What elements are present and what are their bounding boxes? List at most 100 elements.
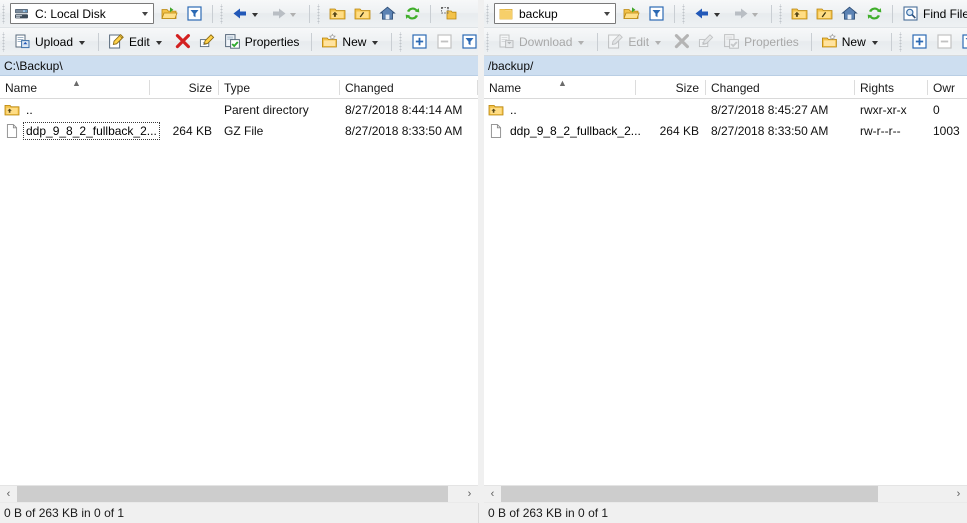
chevron-down-icon[interactable] [871, 40, 878, 45]
remote-column-header-owner[interactable]: Owr [928, 77, 967, 98]
local-open-directory-button[interactable] [157, 2, 182, 26]
local-status-bar: 0 B of 263 KB in 0 of 1 [0, 502, 482, 523]
remote-row-name[interactable]: ddp_9_8_2_fullback_2... [484, 120, 641, 141]
scroll-trough[interactable] [17, 486, 461, 503]
local-new-button[interactable]: New [317, 30, 386, 54]
arrow-forward-icon [273, 8, 286, 19]
local-back-button[interactable] [228, 2, 266, 26]
scroll-trough[interactable] [501, 486, 950, 503]
remote-row-name[interactable]: .. [484, 99, 636, 120]
local-select-button[interactable] [407, 30, 432, 54]
local-root-directory-button[interactable] [350, 2, 375, 26]
toolbar-grip[interactable] [485, 3, 492, 24]
local-rename-button[interactable]: xi [195, 30, 220, 54]
remote-find-files-label: Find Files [923, 6, 967, 21]
file-icon [6, 123, 18, 138]
remote-root-directory-button[interactable] [812, 2, 837, 26]
local-open-in-new-window-button[interactable] [436, 2, 461, 26]
remote-select-button[interactable] [907, 30, 932, 54]
chevron-down-icon[interactable] [714, 12, 720, 17]
remote-horizontal-scrollbar[interactable]: ‹ › [484, 485, 967, 503]
local-selection-mask-button[interactable] [457, 30, 478, 54]
local-edit-button[interactable]: Edit [104, 30, 170, 54]
remote-home-directory-button[interactable] [837, 2, 862, 26]
edit-pencil-icon [109, 33, 124, 49]
edit-pencil-icon [608, 33, 624, 49]
remote-row-rights: rw-r--r-- [860, 123, 901, 138]
local-drive-dropdown-arrow[interactable] [137, 4, 153, 23]
local-toolbar-top: C: Local Disk [0, 0, 478, 28]
table-row[interactable]: .. 8/27/2018 8:45:27 AM rwxr-xr-x 0 [484, 99, 967, 120]
remote-back-button[interactable] [690, 2, 728, 26]
refresh-icon [405, 7, 420, 20]
remote-new-label: New [841, 34, 866, 49]
toolbar-grip[interactable] [778, 3, 785, 24]
remote-edit-label: Edit [628, 34, 650, 49]
local-column-header-name[interactable]: Name [0, 77, 150, 98]
remote-refresh-button[interactable] [862, 2, 887, 26]
local-column-header-changed[interactable]: Changed [340, 77, 478, 98]
toolbar-grip[interactable] [398, 31, 406, 52]
local-drive-value: C: Local Disk [35, 6, 106, 21]
local-column-header-size[interactable]: Size [150, 77, 219, 98]
remote-open-directory-button[interactable] [619, 2, 644, 26]
chevron-down-icon[interactable] [372, 40, 379, 45]
toolbar-grip[interactable] [1, 31, 8, 52]
table-row[interactable]: ddp_9_8_2_fullback_2... 264 KB 8/27/2018… [484, 120, 967, 141]
local-horizontal-scrollbar[interactable]: ‹ › [0, 485, 478, 503]
local-forward-button [266, 2, 304, 26]
remote-selection-mask-button[interactable] [957, 30, 967, 54]
local-properties-button[interactable]: Properties [220, 30, 307, 54]
local-column-header-type[interactable]: Type [219, 77, 340, 98]
remote-column-header-rights[interactable]: Rights [855, 77, 928, 98]
remote-directory-dropdown-arrow[interactable] [599, 4, 615, 23]
remote-row-size [636, 99, 706, 120]
folder-up-icon [791, 8, 808, 20]
toolbar-grip[interactable] [897, 31, 905, 52]
toolbar-grip[interactable] [316, 3, 323, 24]
chevron-down-icon[interactable] [79, 40, 86, 45]
remote-column-header-size[interactable]: Size [636, 77, 706, 98]
local-path-bar[interactable]: C:\Backup\ [0, 56, 478, 76]
scroll-thumb[interactable] [501, 486, 879, 503]
scroll-left-arrow[interactable]: ‹ [484, 486, 501, 503]
remote-new-button[interactable]: New [817, 30, 886, 54]
table-row[interactable]: ddp_9_8_2_fullback_2... 264 KB GZ File 8… [0, 120, 478, 141]
scroll-left-arrow[interactable]: ‹ [0, 486, 17, 503]
local-upload-button[interactable]: Upload [10, 30, 93, 54]
selection-filter-icon [462, 34, 478, 49]
toolbar-grip[interactable] [219, 3, 226, 24]
remote-find-files-button[interactable]: Find Files [898, 2, 967, 26]
local-file-list[interactable]: ▲ Name Size Type Changed .. Parent direc… [0, 76, 478, 499]
remote-properties-button: Properties [719, 30, 806, 54]
remote-parent-directory-button[interactable] [787, 2, 812, 26]
toolbar-grip[interactable] [485, 31, 492, 52]
local-drive-combo[interactable]: C: Local Disk [10, 3, 154, 24]
scroll-thumb[interactable] [17, 486, 448, 503]
remote-directory-combo[interactable]: backup [494, 3, 616, 24]
local-row-name[interactable]: .. [0, 99, 150, 120]
remote-row-rights: rwxr-xr-x [860, 102, 907, 117]
scroll-right-arrow[interactable]: › [461, 486, 478, 503]
local-home-directory-button[interactable] [375, 2, 400, 26]
file-icon [490, 123, 502, 138]
remote-column-header-name[interactable]: Name [484, 77, 636, 98]
remote-filter-button[interactable] [644, 2, 669, 26]
remote-path-bar[interactable]: /backup/ [484, 56, 967, 76]
local-parent-directory-button[interactable] [325, 2, 350, 26]
local-filter-button[interactable] [182, 2, 207, 26]
local-refresh-button[interactable] [400, 2, 425, 26]
local-properties-label: Properties [244, 34, 300, 49]
remote-column-header-changed[interactable]: Changed [706, 77, 855, 98]
table-row[interactable]: .. Parent directory 8/27/2018 8:44:14 AM [0, 99, 478, 120]
toolbar-grip[interactable] [681, 3, 688, 24]
remote-file-list[interactable]: ▲ Name Size Changed Rights Owr .. 8/27/2… [484, 76, 967, 499]
chevron-down-icon[interactable] [252, 12, 258, 17]
local-delete-button[interactable] [170, 30, 195, 54]
local-row-changed: 8/27/2018 8:33:50 AM [345, 123, 463, 138]
local-row-name[interactable]: ddp_9_8_2_fullback_2... [0, 120, 160, 141]
scroll-right-arrow[interactable]: › [950, 486, 967, 503]
toolbar-grip[interactable] [1, 3, 8, 24]
chevron-down-icon[interactable] [155, 40, 162, 45]
local-disk-icon [15, 8, 28, 18]
